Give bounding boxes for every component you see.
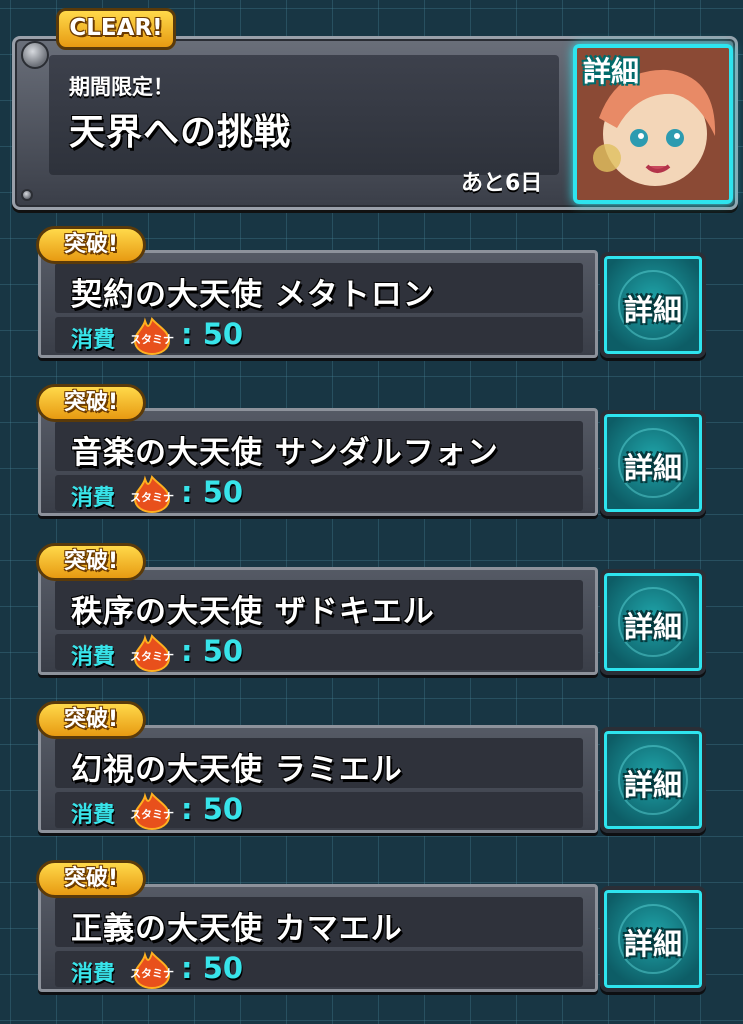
quest-panel[interactable]: 秩序の大天使 ザドキエル 消費 スタミナ : 50: [38, 567, 598, 675]
detail-button[interactable]: 詳細: [600, 410, 706, 516]
breakthrough-badge: 突破!: [36, 226, 146, 264]
quest-name: 正義の大天使 カマエル: [71, 911, 403, 947]
event-panel[interactable]: 期間限定！ 天界への挑戦 あと6日 詳細: [12, 36, 738, 210]
stamina-icon-text: スタミナ: [130, 967, 174, 980]
boss-detail-label: 詳細: [583, 55, 640, 88]
stamina-label: 消費: [71, 645, 116, 670]
boss-thumbnail[interactable]: 詳細: [573, 44, 733, 204]
stamina-label: 消費: [71, 328, 116, 353]
detail-button-label: 詳細: [623, 768, 682, 802]
detail-button[interactable]: 詳細: [600, 727, 706, 833]
breakthrough-badge: 突破!: [36, 860, 146, 898]
quest-row[interactable]: 秩序の大天使 ザドキエル 消費 スタミナ : 50 突破! 詳細: [0, 541, 743, 691]
stamina-value: : 50: [181, 634, 244, 668]
quest-name: 秩序の大天使 ザドキエル: [71, 594, 435, 630]
quest-row[interactable]: 契約の大天使 メタトロン 消費 スタミナ : 50 突破! 詳細: [0, 224, 743, 374]
stamina-icon-text: スタミナ: [130, 650, 174, 663]
quest-name: 幻視の大天使 ラミエル: [71, 752, 403, 788]
quest-panel[interactable]: 正義の大天使 カマエル 消費 スタミナ : 50: [38, 884, 598, 992]
stamina-icon-text: スタミナ: [130, 808, 174, 821]
breakthrough-badge: 突破!: [36, 384, 146, 422]
quest-panel[interactable]: 契約の大天使 メタトロン 消費 スタミナ : 50: [38, 250, 598, 358]
stamina-icon: スタミナ: [130, 792, 174, 830]
stamina-value: : 50: [181, 951, 244, 985]
stamina-label: 消費: [71, 486, 116, 511]
detail-button[interactable]: 詳細: [600, 252, 706, 358]
stamina-value: : 50: [181, 317, 244, 351]
event-remaining-days: あと6日: [461, 171, 543, 196]
stamina-icon: スタミナ: [130, 317, 174, 355]
stamina-label: 消費: [71, 962, 116, 987]
stamina-icon-text: スタミナ: [130, 333, 174, 346]
stamina-icon-text: スタミナ: [130, 491, 174, 504]
stamina-value: : 50: [181, 792, 244, 826]
quest-row[interactable]: 正義の大天使 カマエル 消費 スタミナ : 50 突破! 詳細: [0, 858, 743, 1008]
event-subtitle: 期間限定！: [69, 75, 174, 99]
event-title: 天界への挑戦: [69, 112, 292, 153]
quest-row[interactable]: 幻視の大天使 ラミエル 消費 スタミナ : 50 突破! 詳細: [0, 699, 743, 849]
detail-button-label: 詳細: [623, 610, 682, 644]
detail-button[interactable]: 詳細: [600, 569, 706, 675]
breakthrough-badge: 突破!: [36, 543, 146, 581]
detail-button-label: 詳細: [623, 293, 682, 327]
quest-panel[interactable]: 幻視の大天使 ラミエル 消費 スタミナ : 50: [38, 725, 598, 833]
detail-button[interactable]: 詳細: [600, 886, 706, 992]
bolt-icon: [21, 41, 49, 69]
clear-badge: CLEAR!: [56, 8, 176, 50]
stamina-icon: スタミナ: [130, 951, 174, 989]
stamina-icon: スタミナ: [130, 634, 174, 672]
quest-panel[interactable]: 音楽の大天使 サンダルフォン 消費 スタミナ : 50: [38, 408, 598, 516]
stamina-label: 消費: [71, 803, 116, 828]
stamina-icon: スタミナ: [130, 475, 174, 513]
quest-name: 音楽の大天使 サンダルフォン: [71, 435, 499, 471]
quest-row[interactable]: 音楽の大天使 サンダルフォン 消費 スタミナ : 50 突破! 詳細: [0, 382, 743, 532]
bolt-icon: [21, 189, 33, 201]
detail-button-label: 詳細: [623, 451, 682, 485]
breakthrough-badge: 突破!: [36, 701, 146, 739]
quest-name: 契約の大天使 メタトロン: [71, 277, 435, 313]
detail-button-label: 詳細: [623, 927, 682, 961]
stamina-value: : 50: [181, 475, 244, 509]
